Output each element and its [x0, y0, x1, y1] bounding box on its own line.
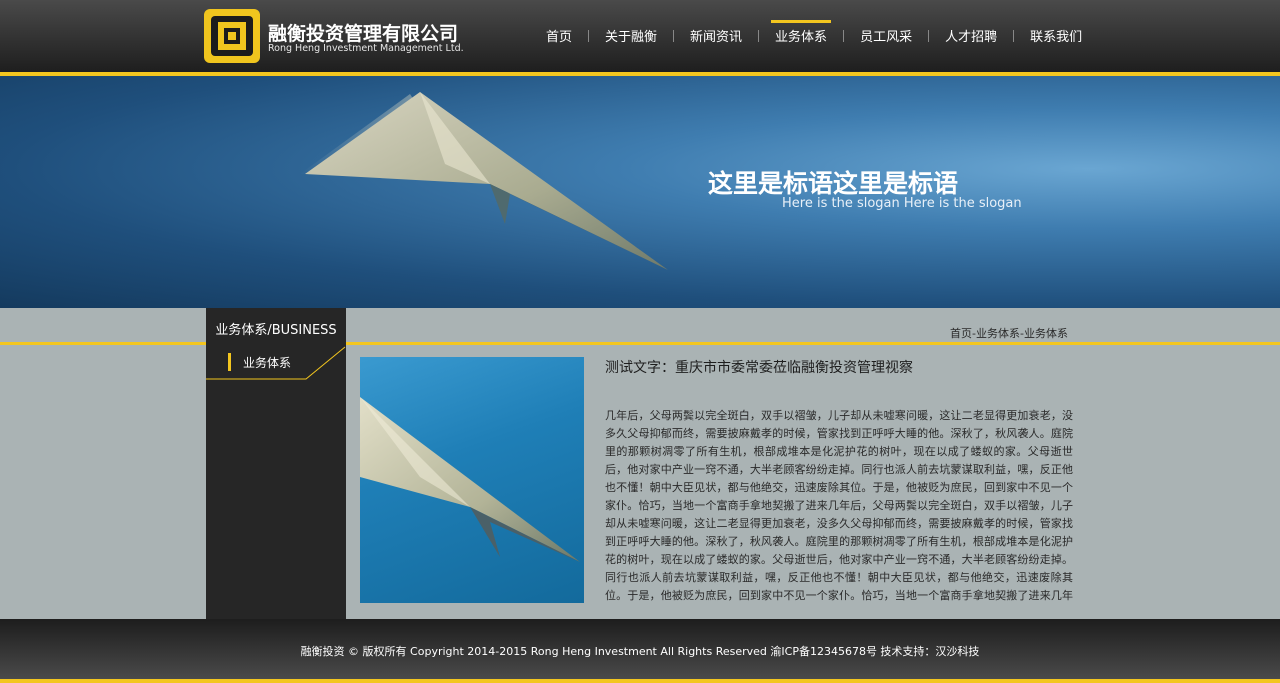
- article-image: [360, 357, 584, 603]
- nav-item-about[interactable]: 关于融衡: [589, 0, 673, 72]
- content-accent-line: [0, 342, 1280, 345]
- article-body: 几年后，父母两鬓以完全斑白，双手以褶皱，儿子却从未嘘寒问暖，这让二老显得更加衰老…: [605, 409, 1073, 602]
- company-logo[interactable]: [204, 9, 260, 63]
- nav-item-home[interactable]: 首页: [530, 0, 588, 72]
- site-header: 融衡投资管理有限公司 Rong Heng Investment Manageme…: [0, 0, 1280, 72]
- main-nav: 首页 关于融衡 新闻资讯 业务体系 员工风采 人才招聘 联系我们: [530, 0, 1098, 72]
- nav-item-contact[interactable]: 联系我们: [1014, 0, 1098, 72]
- banner-slogan-cn: 这里是标语这里是标语: [708, 169, 959, 198]
- breadcrumb: 首页-业务体系-业务体系: [950, 327, 1068, 340]
- article-title: 测试文字：重庆市市委常委莅临融衡投资管理视察: [605, 360, 913, 376]
- site-footer: 融衡投资 © 版权所有 Copyright 2014-2015 Rong Hen…: [0, 619, 1280, 679]
- sidebar-title: 业务体系/BUSINESS: [215, 323, 337, 338]
- hero-banner: 这里是标语这里是标语 Here is the slogan Here is th…: [0, 76, 1280, 308]
- company-name-cn: 融衡投资管理有限公司: [268, 23, 459, 45]
- article-plane-image: [360, 397, 580, 562]
- sidebar: 业务体系/BUSINESS 业务体系: [206, 308, 346, 619]
- paper-plane-image: [300, 92, 668, 270]
- banner-slogan-en: Here is the slogan Here is the slogan: [782, 196, 1022, 211]
- footer-accent-line: [0, 679, 1280, 683]
- logo-dot: [228, 32, 236, 40]
- company-name-en: Rong Heng Investment Management Ltd.: [268, 43, 464, 54]
- nav-item-news[interactable]: 新闻资讯: [674, 0, 758, 72]
- nav-item-careers[interactable]: 人才招聘: [929, 0, 1013, 72]
- footer-copyright: 融衡投资 © 版权所有 Copyright 2014-2015 Rong Hen…: [300, 645, 980, 658]
- nav-item-staff[interactable]: 员工风采: [844, 0, 928, 72]
- sidebar-item-outline: [206, 346, 346, 380]
- nav-item-business[interactable]: 业务体系: [759, 0, 843, 72]
- sidebar-item-business[interactable]: 业务体系: [206, 346, 346, 380]
